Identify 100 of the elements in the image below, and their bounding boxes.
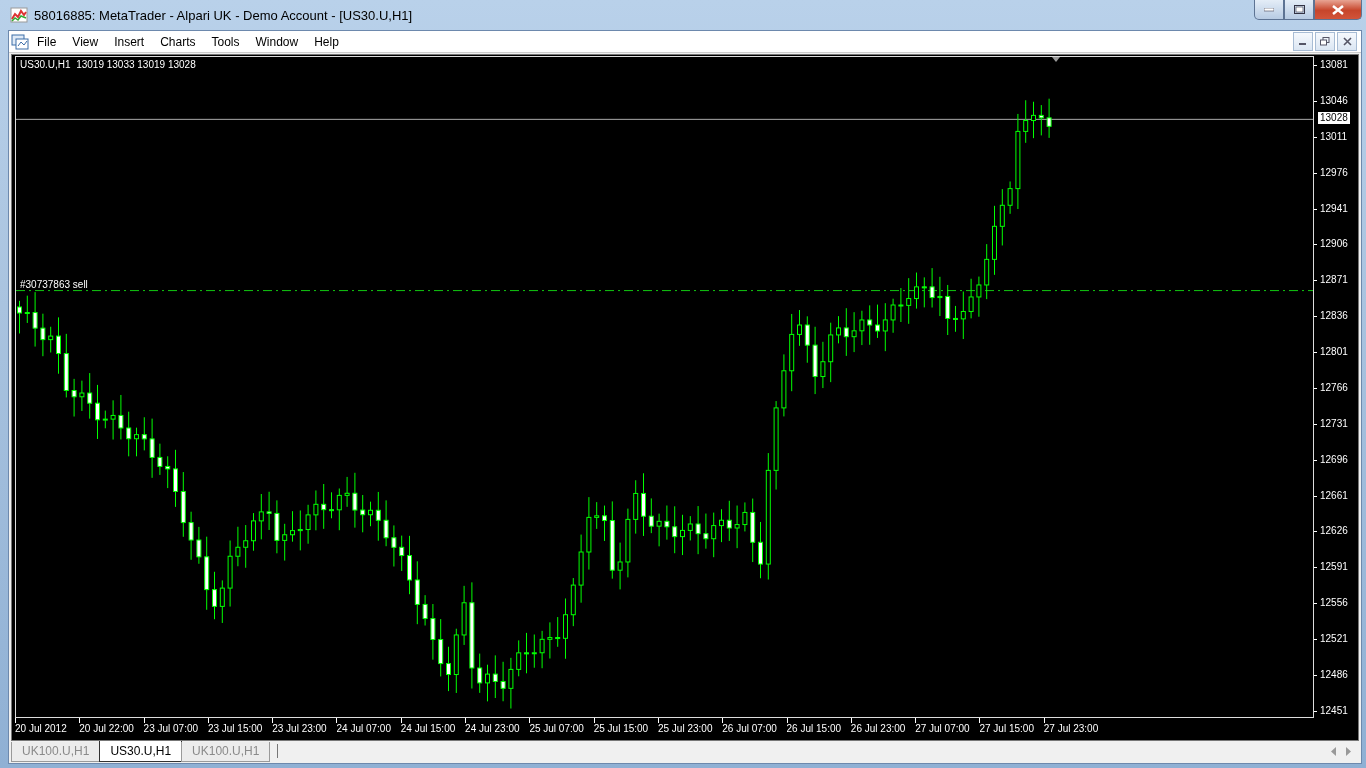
candlestick: [173, 449, 178, 508]
app-icon: [10, 7, 28, 23]
candlestick: [399, 535, 405, 572]
candlestick: [664, 505, 670, 541]
scroll-right-icon[interactable]: [1346, 747, 1351, 756]
candlestick: [95, 384, 100, 440]
time-label: 24 Jul 15:00: [400, 723, 456, 735]
candlestick: [508, 657, 514, 709]
candlestick: [516, 639, 522, 677]
candlestick: [196, 526, 202, 565]
menu-item[interactable]: View: [64, 31, 107, 52]
menu-item[interactable]: File: [29, 31, 65, 52]
candlestick: [243, 524, 249, 569]
scroll-left-icon[interactable]: [1331, 747, 1336, 756]
menu-item[interactable]: Charts: [152, 31, 204, 52]
candlestick: [945, 284, 951, 336]
candlestick: [282, 523, 288, 562]
candlestick: [711, 512, 717, 558]
candlestick: [617, 542, 623, 590]
price-label: 13046: [1314, 94, 1358, 107]
time-label: 25 Jul 23:00: [657, 723, 713, 735]
candlestick: [719, 508, 724, 543]
price-label: 12521: [1314, 633, 1358, 645]
candlestick: [87, 372, 93, 420]
candlestick: [976, 276, 982, 318]
price-label: 12871: [1314, 274, 1358, 287]
time-label: 23 Jul 23:00: [272, 723, 327, 735]
restore-icon: [1320, 37, 1330, 46]
price-label: 12906: [1314, 238, 1358, 251]
maximize-icon: [1293, 5, 1305, 14]
candlestick: [695, 505, 701, 555]
candlestick: [32, 291, 38, 348]
candlestick: [321, 483, 327, 530]
menu-item[interactable]: Help: [306, 31, 347, 52]
candlestick: [648, 497, 654, 534]
candlestick: [71, 378, 77, 418]
candlestick: [539, 630, 545, 669]
candlestick: [633, 479, 639, 535]
candlestick: [383, 499, 389, 547]
candlestick: [524, 632, 529, 674]
candlestick: [1046, 98, 1052, 139]
candlestick: [1023, 99, 1029, 144]
price-label: 12976: [1314, 166, 1358, 179]
close-icon: [1332, 4, 1344, 15]
candlestick: [1031, 101, 1036, 139]
candlestick: [290, 510, 295, 543]
candlestick: [492, 654, 498, 699]
candlestick: [118, 394, 124, 440]
chart-tab[interactable]: US30.U,H1: [99, 741, 183, 762]
candlestick: [157, 443, 163, 476]
candlestick: [313, 490, 319, 531]
restore-button[interactable]: [1315, 32, 1335, 51]
close-button[interactable]: [1314, 0, 1362, 20]
candlestick: [63, 333, 69, 398]
minimize-button[interactable]: [1293, 32, 1313, 51]
chart-window-icon[interactable]: [11, 33, 29, 50]
candlestick: [17, 300, 22, 334]
price-label: 12766: [1314, 381, 1358, 394]
price-label: 13081: [1314, 59, 1358, 71]
price-label: 12626: [1314, 525, 1358, 538]
candlestick: [906, 277, 912, 325]
time-label: 20 Jul 2012: [15, 723, 67, 735]
menu-item[interactable]: Window: [247, 31, 307, 52]
candlestick: [875, 304, 880, 339]
close-button[interactable]: [1337, 32, 1357, 51]
candlestick: [102, 410, 108, 429]
time-label: 24 Jul 07:00: [336, 723, 391, 735]
time-label: 26 Jul 15:00: [786, 723, 842, 735]
time-label: 25 Jul 07:00: [529, 723, 584, 735]
candlestick: [898, 287, 904, 323]
candlestick: [461, 585, 467, 646]
candlestick: [453, 628, 459, 694]
candlestick: [485, 664, 490, 702]
candlestick: [929, 267, 935, 308]
candlestick: [297, 509, 303, 551]
candlestick: [1038, 104, 1044, 136]
candlestick: [180, 471, 186, 538]
candlestick: [820, 341, 826, 389]
candlestick: [953, 305, 958, 333]
candlestick: [625, 508, 631, 578]
candlestick: [446, 646, 451, 692]
candlestick: [188, 511, 194, 561]
price-label: 12731: [1314, 417, 1358, 430]
menu-item[interactable]: Insert: [106, 31, 153, 52]
candlestick: [851, 311, 857, 353]
maximize-button[interactable]: [1284, 0, 1314, 20]
current-price-label: 13028: [1318, 112, 1350, 124]
time-label: 27 Jul 23:00: [1043, 723, 1099, 735]
candlestick: [804, 315, 810, 364]
candlestick: [251, 512, 256, 552]
minimize-icon: [1264, 7, 1274, 12]
candlestick: [1007, 181, 1013, 215]
candlestick: [149, 418, 155, 479]
candlestick: [563, 598, 568, 660]
candlestick: [235, 526, 241, 567]
candlestick: [141, 416, 147, 451]
price-label: 12661: [1314, 489, 1358, 502]
menu-item[interactable]: Tools: [203, 31, 248, 52]
candlestick: [726, 500, 732, 542]
minimize-button[interactable]: [1254, 0, 1284, 20]
